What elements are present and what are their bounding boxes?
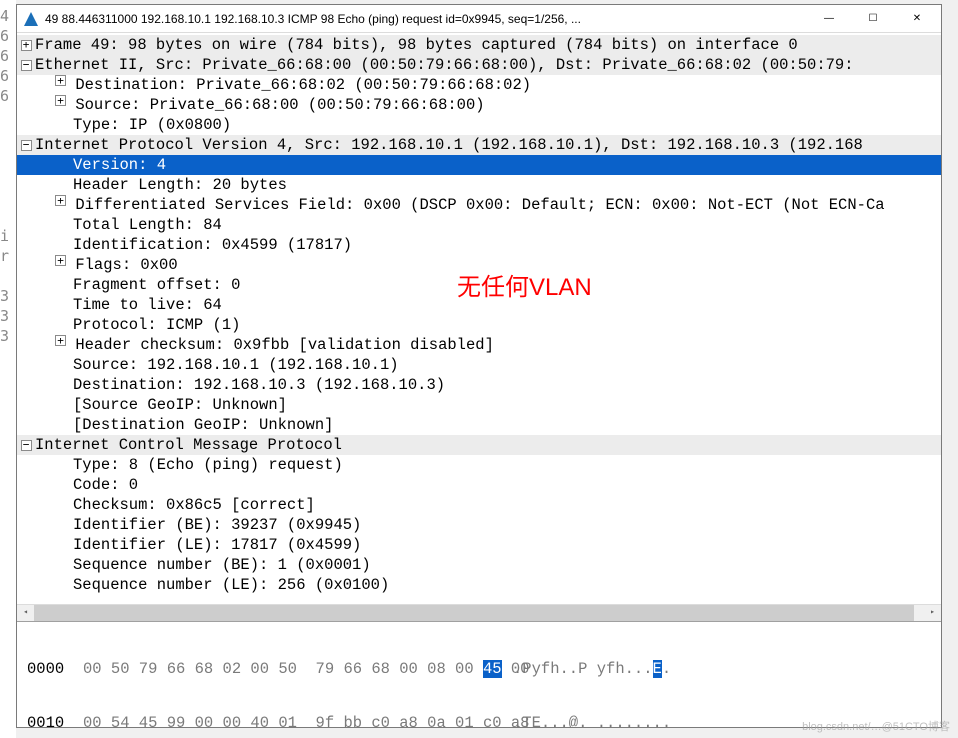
hex-row[interactable]: 0000 00 50 79 66 68 02 00 50 79 66 68 00… — [27, 660, 931, 678]
tree-label: Fragment offset: 0 — [73, 275, 941, 295]
expand-icon[interactable]: + — [55, 95, 66, 106]
hex-offset: 0000 — [27, 660, 83, 678]
tree-label: Source: Private_66:68:00 (00:50:79:66:68… — [75, 95, 941, 115]
tree-row[interactable]: Identifier (LE): 17817 (0x4599) — [17, 535, 941, 555]
wireshark-icon — [23, 11, 39, 27]
tree-label: Internet Protocol Version 4, Src: 192.16… — [35, 135, 941, 155]
tree-row[interactable]: Code: 0 — [17, 475, 941, 495]
tree-label: Identification: 0x4599 (17817) — [73, 235, 941, 255]
main-area: +Frame 49: 98 bytes on wire (784 bits), … — [17, 33, 941, 727]
tree-label: Checksum: 0x86c5 [correct] — [73, 495, 941, 515]
window-title: 49 88.446311000 192.168.10.1 192.168.10.… — [45, 12, 807, 26]
collapse-icon[interactable]: − — [21, 60, 32, 71]
tree-row[interactable]: + Differentiated Services Field: 0x00 (D… — [17, 195, 941, 215]
tree-label: Version: 4 — [73, 155, 941, 175]
tree-row[interactable]: Fragment offset: 0 — [17, 275, 941, 295]
tree-label: Destination: 192.168.10.3 (192.168.10.3) — [73, 375, 941, 395]
tree-row[interactable]: Source: 192.168.10.1 (192.168.10.1) — [17, 355, 941, 375]
tree-row[interactable]: Sequence number (BE): 1 (0x0001) — [17, 555, 941, 575]
tree-row[interactable]: Identification: 0x4599 (17817) — [17, 235, 941, 255]
expand-icon[interactable]: + — [55, 75, 66, 86]
tree-ip-header[interactable]: −Internet Protocol Version 4, Src: 192.1… — [17, 135, 941, 155]
hex-ascii: .TE...@. ........ — [513, 714, 671, 727]
tree-label: Header checksum: 0x9fbb [validation disa… — [75, 335, 941, 355]
tree-label: Time to live: 64 — [73, 295, 941, 315]
tree-row[interactable]: + Header checksum: 0x9fbb [validation di… — [17, 335, 941, 355]
horizontal-scrollbar[interactable]: ◂ ▸ — [17, 604, 941, 621]
tree-label: Type: 8 (Echo (ping) request) — [73, 455, 941, 475]
tree-label: Code: 0 — [73, 475, 941, 495]
tree-row-selected[interactable]: Version: 4 — [17, 155, 941, 175]
maximize-button[interactable]: ☐ — [851, 6, 895, 32]
tree-label: Protocol: ICMP (1) — [73, 315, 941, 335]
tree-row[interactable]: Time to live: 64 — [17, 295, 941, 315]
background-gutter: 46666 ir 333 — [0, 0, 16, 738]
tree-row[interactable]: Checksum: 0x86c5 [correct] — [17, 495, 941, 515]
expand-icon[interactable]: + — [55, 255, 66, 266]
tree-label: Identifier (BE): 39237 (0x9945) — [73, 515, 941, 535]
tree-label: Total Length: 84 — [73, 215, 941, 235]
tree-row[interactable]: + Flags: 0x00 — [17, 255, 941, 275]
packet-detail-window: 49 88.446311000 192.168.10.1 192.168.10.… — [16, 4, 942, 728]
tree-label: Frame 49: 98 bytes on wire (784 bits), 9… — [35, 35, 941, 55]
tree-row[interactable]: Header Length: 20 bytes — [17, 175, 941, 195]
scroll-right-icon[interactable]: ▸ — [924, 605, 941, 622]
expand-icon[interactable]: + — [55, 195, 66, 206]
tree-row[interactable]: Type: IP (0x0800) — [17, 115, 941, 135]
tree-label: Type: IP (0x0800) — [73, 115, 941, 135]
tree-label: [Destination GeoIP: Unknown] — [73, 415, 941, 435]
collapse-icon[interactable]: − — [21, 140, 32, 151]
tree-icmp-header[interactable]: −Internet Control Message Protocol — [17, 435, 941, 455]
tree-row[interactable]: [Source GeoIP: Unknown] — [17, 395, 941, 415]
title-bar[interactable]: 49 88.446311000 192.168.10.1 192.168.10.… — [17, 5, 941, 33]
hex-offset: 0010 — [27, 714, 83, 727]
packet-tree-pane[interactable]: +Frame 49: 98 bytes on wire (784 bits), … — [17, 33, 941, 622]
tree-row[interactable]: Total Length: 84 — [17, 215, 941, 235]
tree-frame-header[interactable]: +Frame 49: 98 bytes on wire (784 bits), … — [17, 35, 941, 55]
tree-row[interactable]: Type: 8 (Echo (ping) request) — [17, 455, 941, 475]
tree-row[interactable]: + Source: Private_66:68:00 (00:50:79:66:… — [17, 95, 941, 115]
tree-label: Sequence number (BE): 1 (0x0001) — [73, 555, 941, 575]
tree-label: Ethernet II, Src: Private_66:68:00 (00:5… — [35, 55, 941, 75]
hex-pane[interactable]: 0000 00 50 79 66 68 02 00 50 79 66 68 00… — [17, 622, 941, 727]
expand-icon[interactable]: + — [55, 335, 66, 346]
tree-label: Header Length: 20 bytes — [73, 175, 941, 195]
tree-label: Differentiated Services Field: 0x00 (DSC… — [75, 195, 941, 215]
hex-bytes: 00 54 45 99 00 00 40 01 9f bb c0 a8 0a 0… — [83, 714, 513, 727]
tree-row[interactable]: Destination: 192.168.10.3 (192.168.10.3) — [17, 375, 941, 395]
minimize-button[interactable]: — — [807, 6, 851, 32]
hex-ascii: .Pyfh..P yfh...E. — [513, 660, 671, 678]
collapse-icon[interactable]: − — [21, 440, 32, 451]
tree-row[interactable]: Sequence number (LE): 256 (0x0100) — [17, 575, 941, 595]
scroll-left-icon[interactable]: ◂ — [17, 605, 34, 622]
tree-label: Destination: Private_66:68:02 (00:50:79:… — [75, 75, 941, 95]
close-button[interactable]: ✕ — [895, 6, 939, 32]
tree-row[interactable]: [Destination GeoIP: Unknown] — [17, 415, 941, 435]
hex-bytes: 00 50 79 66 68 02 00 50 79 66 68 00 08 0… — [83, 660, 513, 678]
scroll-thumb[interactable] — [34, 605, 914, 622]
tree-row[interactable]: Identifier (BE): 39237 (0x9945) — [17, 515, 941, 535]
tree-label: Identifier (LE): 17817 (0x4599) — [73, 535, 941, 555]
tree-row[interactable]: + Destination: Private_66:68:02 (00:50:7… — [17, 75, 941, 95]
tree-eth-header[interactable]: −Ethernet II, Src: Private_66:68:00 (00:… — [17, 55, 941, 75]
expand-icon[interactable]: + — [21, 40, 32, 51]
tree-label: Source: 192.168.10.1 (192.168.10.1) — [73, 355, 941, 375]
tree-label: Internet Control Message Protocol — [35, 435, 941, 455]
window-controls: — ☐ ✕ — [807, 6, 939, 32]
tree-label: [Source GeoIP: Unknown] — [73, 395, 941, 415]
hex-row[interactable]: 0010 00 54 45 99 00 00 40 01 9f bb c0 a8… — [27, 714, 931, 727]
tree-label: Sequence number (LE): 256 (0x0100) — [73, 575, 941, 595]
scroll-track[interactable] — [34, 605, 924, 622]
tree-row[interactable]: Protocol: ICMP (1) — [17, 315, 941, 335]
tree-label: Flags: 0x00 — [75, 255, 941, 275]
packet-tree: +Frame 49: 98 bytes on wire (784 bits), … — [17, 33, 941, 597]
